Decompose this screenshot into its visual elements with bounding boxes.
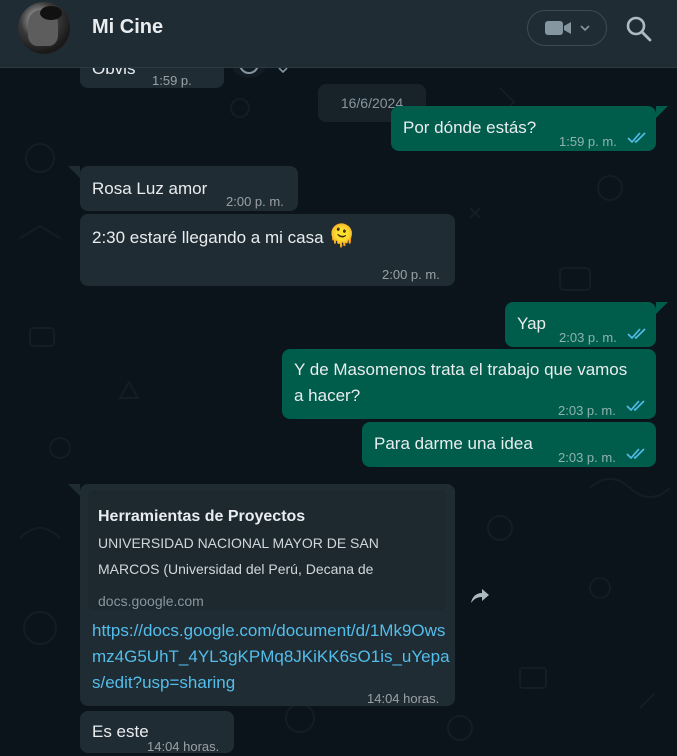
bubble-tail [656,106,668,118]
link-preview-description: UNIVERSIDAD NACIONAL MAYOR DE SAN MARCOS… [98,535,379,577]
link-preview-title: Herramientas de Proyectos [98,508,306,525]
message-bubble-incoming[interactable]: 2:30 estaré llegando a mi casa 🫠 2:00 p.… [80,214,455,286]
chat-header: Mi Cine [0,0,677,68]
read-ticks-icon [626,448,645,460]
message-bubble-outgoing[interactable]: Por dónde estás? 1:59 p. m. [391,106,656,151]
message-text: Por dónde estás? [403,118,537,137]
bubble-tail [68,484,80,496]
bubble-tail [68,166,80,178]
message-time: 2:03 p. m. [558,403,616,418]
message-time: 1:59 p. m. [559,134,617,149]
message-time: 14:04 horas. [147,739,220,754]
video-camera-icon [545,21,571,35]
message-text-content: 2:30 estaré llegando a mi casa [92,228,324,247]
message-time: 1:59 p. [152,73,192,88]
message-bubble-outgoing[interactable]: Para darme una idea 2:03 p. m. [362,422,656,467]
message-text: Rosa Luz amor [92,179,208,198]
message-time: 2:03 p. m. [558,450,616,465]
search-button[interactable] [624,14,654,44]
message-bubble-outgoing[interactable]: Y de Masomenos trata el trabajo que vamo… [282,349,656,419]
message-bubble-outgoing[interactable]: Yap 2:03 p. m. [505,302,656,347]
message-time: 2:00 p. m. [226,194,284,209]
message-bubble-link-preview[interactable]: Herramientas de Proyectos UNIVERSIDAD NA… [80,484,455,706]
message-text: Es este [92,722,149,741]
forward-button[interactable] [463,579,497,613]
message-time: 14:04 horas. [367,691,440,706]
forward-arrow-icon [471,589,489,603]
contact-avatar[interactable] [18,2,70,54]
bubble-tail [656,302,668,314]
message-bubble-incoming[interactable]: Es este 14:04 horas. [80,711,234,754]
read-ticks-icon [627,132,646,144]
message-bubble-incoming[interactable]: Rosa Luz amor 2:00 p. m. [80,166,298,211]
message-time: 2:00 p. m. [382,267,440,282]
emoji-melting-face: 🫠 [328,223,356,248]
read-ticks-icon [626,400,645,412]
message-text: 2:30 estaré llegando a mi casa 🫠 [92,223,356,251]
link-preview-card[interactable]: Herramientas de Proyectos UNIVERSIDAD NA… [88,490,446,610]
read-ticks-icon [627,328,646,340]
video-call-button[interactable] [527,10,607,46]
message-text: Yap [517,314,546,333]
message-text: Para darme una idea [374,434,533,453]
avatar-hair [40,6,62,20]
message-link[interactable]: https://docs.google.com/document/d/1Mk9O… [92,618,452,696]
chat-title[interactable]: Mi Cine [92,16,163,39]
message-time: 2:03 p. m. [559,330,617,345]
link-preview-domain: docs.google.com [98,593,204,609]
chevron-down-icon [580,25,590,32]
search-icon [626,16,652,42]
